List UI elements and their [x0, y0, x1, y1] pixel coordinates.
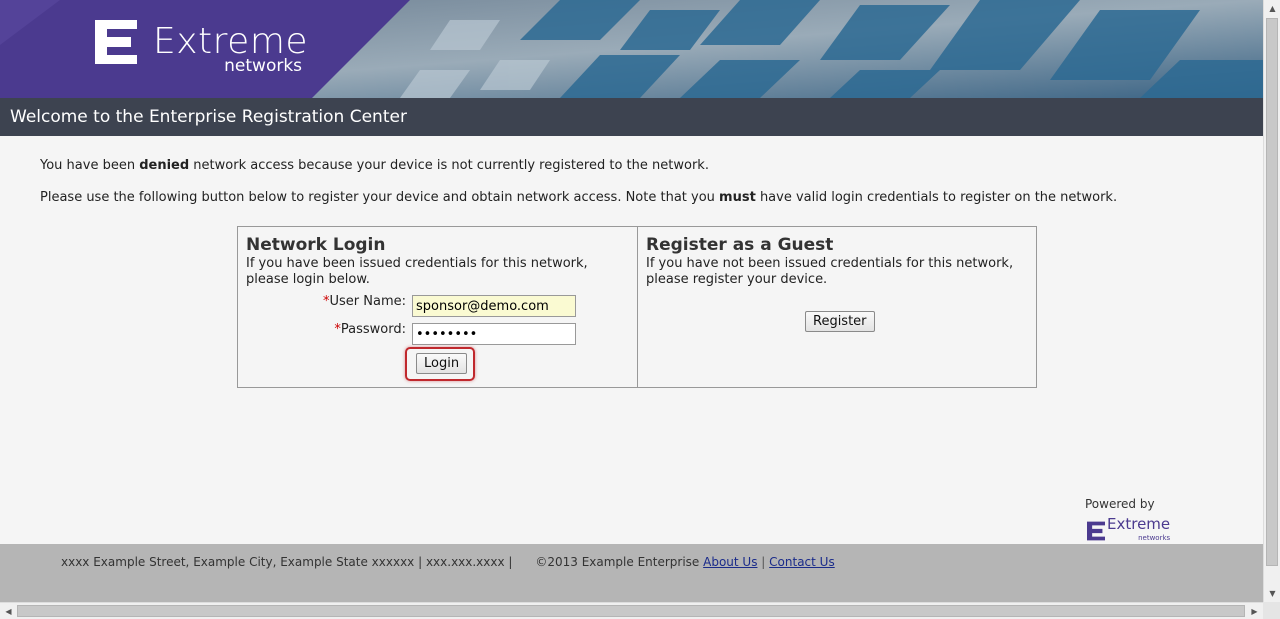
password-input[interactable]	[412, 323, 576, 345]
login-button[interactable]: Login	[416, 353, 468, 374]
footer-line: xxxx Example Street, Example City, Examp…	[61, 555, 835, 569]
denied-message: You have been denied network access beca…	[40, 158, 709, 173]
scrollbar-corner	[1263, 602, 1280, 619]
header-banner: Extreme networks	[0, 0, 1263, 98]
horizontal-scroll-thumb[interactable]	[17, 605, 1245, 617]
username-label: *User Name:	[298, 294, 406, 309]
scroll-left-icon[interactable]: ◀	[0, 603, 17, 619]
scroll-up-icon[interactable]: ▲	[1264, 0, 1280, 17]
login-panel: Network Login If you have been issued cr…	[237, 226, 1037, 388]
contact-us-link[interactable]: Contact Us	[769, 555, 835, 569]
footer-copyright: ©2013 Example Enterprise	[535, 555, 700, 569]
footer-address: xxxx Example Street, Example City, Examp…	[61, 555, 513, 569]
page-title: Welcome to the Enterprise Registration C…	[10, 107, 407, 127]
guest-register-section: Register as a Guest If you have not been…	[637, 227, 1036, 387]
instructions-message-post: have valid login credentials to register…	[755, 190, 1118, 205]
instructions-message-pre: Please use the following button below to…	[40, 190, 720, 205]
instructions-message: Please use the following button below to…	[40, 190, 1117, 205]
register-button[interactable]: Register	[805, 311, 875, 332]
extreme-logo-icon	[95, 20, 137, 64]
instructions-message-bold: must	[719, 190, 756, 205]
password-label-text: Password:	[340, 322, 406, 337]
username-input[interactable]	[412, 295, 576, 317]
scroll-right-icon[interactable]: ▶	[1246, 603, 1263, 619]
denied-message-bold: denied	[139, 158, 190, 173]
powered-by-label: Powered by	[1085, 497, 1155, 511]
network-login-description: If you have been issued credentials for …	[246, 256, 588, 287]
denied-message-post: network access because your device is no…	[189, 158, 709, 173]
network-login-section: Network Login If you have been issued cr…	[238, 227, 637, 387]
scroll-down-icon[interactable]: ▼	[1264, 585, 1280, 602]
powered-by-logo: Extreme networks	[1087, 516, 1170, 546]
denied-message-pre: You have been	[40, 158, 140, 173]
password-label: *Password:	[298, 322, 406, 337]
about-us-link[interactable]: About Us	[703, 555, 757, 569]
footer-separator: |	[761, 555, 766, 569]
username-label-text: User Name:	[329, 294, 407, 309]
vertical-scroll-thumb[interactable]	[1266, 18, 1278, 566]
extreme-networks-logo: Extreme networks	[95, 20, 308, 76]
network-login-heading: Network Login	[246, 235, 386, 255]
title-bar: Welcome to the Enterprise Registration C…	[0, 98, 1263, 136]
main-content: You have been denied network access beca…	[0, 136, 1263, 544]
page-footer: xxxx Example Street, Example City, Examp…	[0, 544, 1263, 602]
horizontal-scrollbar[interactable]: ◀ ▶	[0, 602, 1263, 619]
extreme-small-logo-icon	[1087, 521, 1105, 541]
guest-register-description: If you have not been issued credentials …	[646, 256, 1014, 287]
guest-register-heading: Register as a Guest	[646, 235, 834, 255]
vertical-scrollbar[interactable]: ▲ ▼	[1263, 0, 1280, 602]
